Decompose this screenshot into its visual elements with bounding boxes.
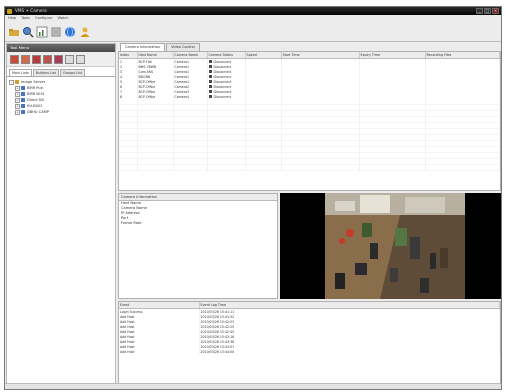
toolbar (5, 22, 501, 42)
menu-configure[interactable]: Configure (35, 15, 52, 22)
tree-node-label: BMR Pub (27, 86, 43, 90)
main-area: Camera Information Video Control Index Ho… (118, 43, 501, 389)
list-icon[interactable] (50, 26, 62, 38)
table-cell (173, 164, 208, 171)
tab-buttons-list[interactable]: Buttons List (32, 69, 60, 76)
menu-help[interactable]: Help (8, 15, 16, 22)
status-text: Disconnect (213, 69, 232, 74)
log-row[interactable]: Add Host 2010/03/26 15:44:00 (119, 349, 500, 354)
status-text: Disconnect (213, 79, 232, 84)
tree-node-label: Direct NS (27, 98, 44, 102)
expand-icon[interactable]: + (15, 103, 20, 109)
tree-node-label: DBHU CAMP (27, 110, 49, 114)
edit-icon[interactable] (21, 55, 30, 64)
info-icon[interactable] (76, 55, 85, 64)
tab-video-control[interactable]: Video Control (166, 43, 200, 51)
disconnect-icon (208, 90, 212, 93)
globe-icon[interactable] (64, 26, 76, 38)
tree-node-label: BMR W.St (27, 92, 45, 96)
server-icon (15, 80, 19, 84)
disconnect-icon (208, 95, 212, 98)
panel-toolbar (7, 52, 115, 67)
table-cell (119, 164, 138, 171)
camera-feed-image (325, 193, 465, 299)
status-text: Disconnect (213, 94, 232, 99)
user-icon[interactable] (79, 26, 91, 38)
expand-icon[interactable]: + (15, 85, 20, 91)
disconnect-icon (208, 75, 212, 78)
chart-icon[interactable] (36, 26, 48, 38)
event-log: Event Event Log Time Login Success 2010/03… (118, 301, 501, 389)
search-icon[interactable] (22, 26, 34, 38)
camera-info-panel: Camera Information Host Name Camera Name I… (118, 193, 278, 299)
status-text: Disconnect (213, 89, 232, 94)
host-icon (21, 110, 25, 114)
host-icon (21, 104, 25, 108)
video-viewer[interactable] (280, 193, 501, 299)
disconnect-icon (208, 60, 212, 63)
status-text: Disconnect (213, 64, 232, 69)
info-field-label: Frame Rate (121, 221, 142, 225)
tree-node[interactable]: + DBHU CAMP (9, 109, 113, 115)
tab-camera-information[interactable]: Camera Information (120, 43, 166, 51)
expand-icon[interactable]: + (15, 91, 20, 97)
log-cell: 2010/03/26 15:44:00 (199, 349, 500, 354)
menu-tools[interactable]: Tools (21, 15, 30, 22)
open-icon[interactable] (8, 26, 20, 38)
window-title: VMS + Camera (15, 8, 47, 13)
table-cell (245, 164, 282, 171)
maximize-button[interactable]: □ (484, 8, 491, 14)
tool-menu-header: Tool Menu (7, 44, 115, 52)
status-text: Disconnect (213, 59, 232, 64)
host-icon (21, 92, 25, 96)
expand-icon[interactable]: + (15, 109, 20, 115)
menu-bar: Help Tools Configure Watch (5, 15, 501, 22)
device-table: Index Host Name Camera Name Camera Status Sp… (118, 51, 501, 191)
tool-menu-panel: Tool Menu Main Lists Buttons List Groups… (6, 43, 116, 389)
host-icon (21, 98, 25, 102)
close-button[interactable]: × (492, 8, 499, 14)
add-icon[interactable] (10, 55, 19, 64)
app-icon (7, 8, 12, 14)
tab-main-lists[interactable]: Main Lists (9, 69, 32, 76)
host-tree: - Image Server + BMR Pub + BMR W.St + Direct… (7, 76, 115, 117)
status-text: Disconnect (213, 84, 232, 89)
disconnect-icon (208, 70, 212, 73)
tree-node-label: KH-B002 (27, 104, 43, 108)
table-cell (207, 164, 246, 171)
title-bar[interactable]: VMS + Camera _ □ × (5, 7, 501, 15)
table-cell (359, 164, 426, 171)
refresh-icon[interactable] (43, 55, 52, 64)
log-cell: Add Host (119, 349, 200, 354)
delete-icon[interactable] (32, 55, 41, 64)
status-bar (5, 383, 501, 389)
disconnect-icon (208, 65, 212, 68)
tab-groups-list[interactable]: Groups List (60, 69, 86, 76)
disconnect-icon (208, 80, 212, 83)
tree-node-label: Image Server (21, 80, 46, 84)
host-icon (21, 86, 25, 90)
minimize-button[interactable]: _ (476, 8, 483, 14)
table-cell (281, 164, 360, 171)
status-text: Disconnect (213, 74, 232, 79)
empty-row (119, 164, 500, 171)
camera-info-header: Camera Information (119, 194, 277, 201)
left-tabs: Main Lists Buttons List Groups List (7, 69, 115, 76)
table-cell (137, 164, 174, 171)
settings-icon[interactable] (65, 55, 74, 64)
app-window: VMS + Camera _ □ × Help Tools Configure … (4, 6, 502, 390)
disconnect-icon (208, 85, 212, 88)
collapse-icon[interactable]: - (9, 79, 14, 85)
table-cell (425, 164, 500, 171)
menu-watch[interactable]: Watch (57, 15, 68, 22)
expand-icon[interactable]: + (15, 97, 20, 103)
connect-icon[interactable] (54, 55, 63, 64)
